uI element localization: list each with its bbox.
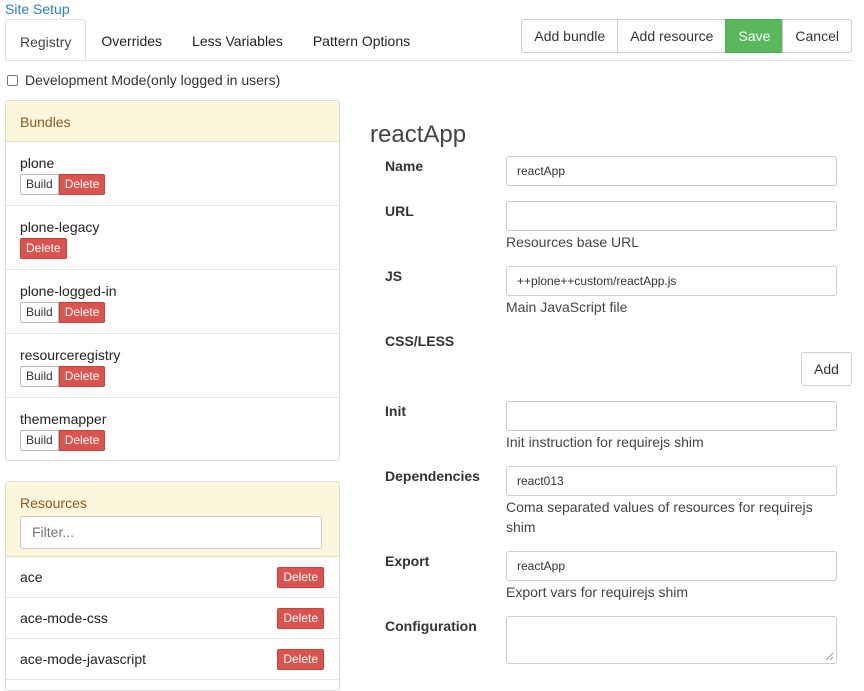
resources-panel: Resources Filter... ace Delete ace-mode-… bbox=[5, 481, 340, 691]
init-label: Init bbox=[385, 403, 406, 419]
css-less-label: CSS/LESS bbox=[385, 333, 455, 349]
url-label: URL bbox=[385, 203, 414, 219]
bundle-item-resourceregistry[interactable]: resourceregistry Build Delete bbox=[6, 334, 339, 398]
configuration-textarea[interactable] bbox=[506, 616, 837, 664]
dependencies-help: Coma separated values of resources for r… bbox=[506, 499, 813, 535]
bundle-name: plone bbox=[20, 155, 55, 171]
build-button[interactable]: Build bbox=[20, 430, 59, 451]
tab-divider bbox=[5, 60, 852, 61]
delete-button[interactable]: Delete bbox=[58, 366, 106, 387]
build-button[interactable]: Build bbox=[20, 302, 59, 323]
tab-overrides[interactable]: Overrides bbox=[86, 19, 177, 61]
js-help: Main JavaScript file bbox=[506, 299, 628, 315]
export-label: Export bbox=[385, 553, 430, 569]
cancel-button[interactable]: Cancel bbox=[782, 19, 852, 53]
save-button[interactable]: Save bbox=[725, 19, 784, 53]
bundle-name: plone-legacy bbox=[20, 219, 100, 235]
delete-button[interactable]: Delete bbox=[277, 648, 324, 670]
tab-pattern-options[interactable]: Pattern Options bbox=[298, 19, 425, 61]
url-help: Resources base URL bbox=[506, 234, 640, 250]
tab-registry[interactable]: Registry bbox=[5, 19, 87, 61]
bundle-item-plone-legacy[interactable]: plone-legacy Delete bbox=[6, 206, 339, 270]
bundle-name: resourceregistry bbox=[20, 347, 121, 363]
resources-header: Resources Filter... bbox=[6, 482, 339, 557]
bundles-panel: Bundles plone Build Delete plone-legacy … bbox=[5, 100, 340, 461]
dependencies-field[interactable]: react013 bbox=[506, 466, 837, 496]
resource-filter-input[interactable]: Filter... bbox=[20, 516, 322, 549]
bundles-header: Bundles bbox=[6, 101, 339, 142]
bundle-item-plone[interactable]: plone Build Delete bbox=[6, 142, 339, 206]
resize-grip-icon[interactable] bbox=[825, 652, 834, 661]
bundle-item-thememapper[interactable]: thememapper Build Delete bbox=[6, 398, 339, 460]
name-field[interactable]: reactApp bbox=[506, 156, 837, 186]
delete-button[interactable]: Delete bbox=[58, 302, 106, 323]
toolbar: Add bundle Add resource Save Cancel bbox=[521, 19, 852, 53]
tab-bar: Registry Overrides Less Variables Patter… bbox=[5, 19, 425, 61]
bundle-name: thememapper bbox=[20, 411, 107, 427]
js-field[interactable]: ++plone++custom/reactApp.js bbox=[506, 266, 837, 296]
build-button[interactable]: Build bbox=[20, 366, 59, 387]
add-css-button[interactable]: Add bbox=[801, 352, 852, 386]
js-label: JS bbox=[385, 268, 403, 284]
development-mode-checkbox[interactable] bbox=[7, 74, 18, 86]
resource-item-ace-mode-css[interactable]: ace-mode-css Delete bbox=[6, 598, 339, 639]
init-field[interactable] bbox=[506, 401, 837, 431]
delete-button[interactable]: Delete bbox=[20, 238, 67, 259]
init-help: Init instruction for requirejs shim bbox=[506, 434, 704, 450]
build-button[interactable]: Build bbox=[20, 174, 59, 195]
resource-name: ace-mode-javascript bbox=[20, 651, 147, 667]
dependencies-label: Dependencies bbox=[385, 468, 480, 484]
name-label: Name bbox=[385, 158, 424, 174]
configuration-label: Configuration bbox=[385, 618, 477, 634]
bundle-name: plone-logged-in bbox=[20, 283, 117, 299]
resource-item-ace[interactable]: ace Delete bbox=[6, 557, 339, 598]
site-setup-link[interactable]: Site Setup bbox=[5, 1, 70, 17]
add-resource-button[interactable]: Add resource bbox=[617, 19, 727, 53]
delete-button[interactable]: Delete bbox=[58, 430, 106, 451]
export-field[interactable]: reactApp bbox=[506, 551, 837, 581]
resource-item-ace-mode-javascript[interactable]: ace-mode-javascript Delete bbox=[6, 639, 339, 680]
tab-less-variables[interactable]: Less Variables bbox=[177, 19, 298, 61]
resource-name: ace bbox=[20, 569, 43, 585]
delete-button[interactable]: Delete bbox=[58, 174, 106, 195]
resource-name: ace-mode-css bbox=[20, 610, 108, 626]
resources-title: Resources bbox=[20, 495, 87, 511]
resource-title: reactApp bbox=[370, 121, 467, 148]
delete-button[interactable]: Delete bbox=[277, 566, 324, 588]
url-field[interactable] bbox=[506, 201, 837, 231]
development-mode-option: Development Mode(only logged in users) bbox=[7, 72, 280, 88]
delete-button[interactable]: Delete bbox=[277, 607, 324, 629]
export-help: Export vars for requirejs shim bbox=[506, 584, 689, 600]
bundle-item-plone-logged-in[interactable]: plone-logged-in Build Delete bbox=[6, 270, 339, 334]
add-bundle-button[interactable]: Add bundle bbox=[521, 19, 619, 53]
development-mode-label: Development Mode(only logged in users) bbox=[25, 72, 281, 88]
